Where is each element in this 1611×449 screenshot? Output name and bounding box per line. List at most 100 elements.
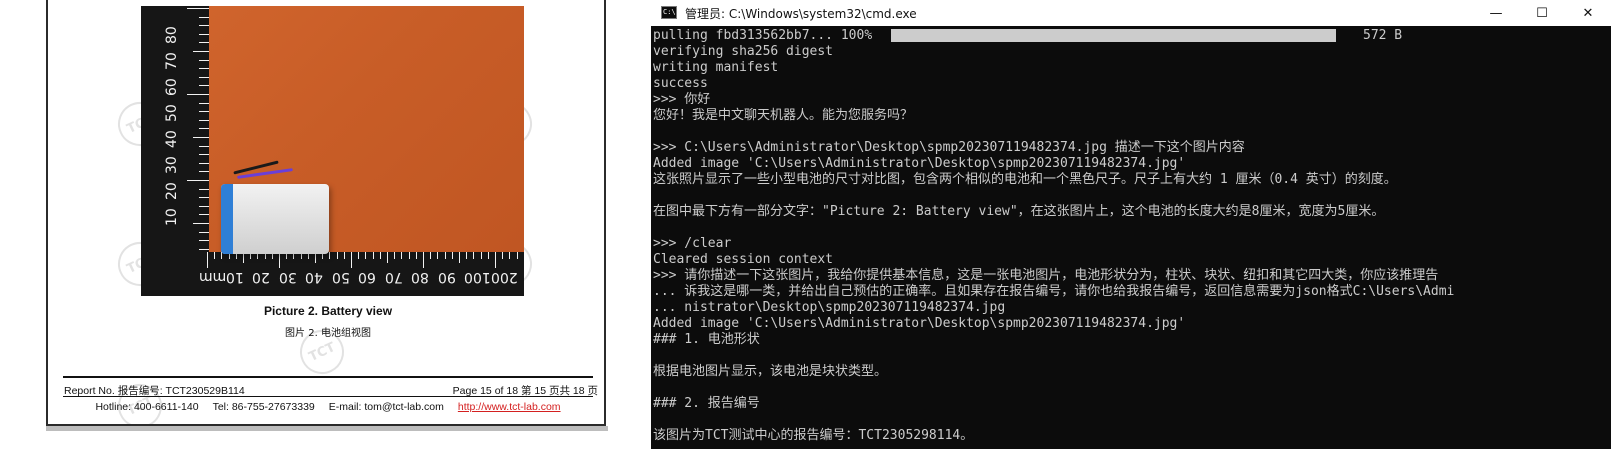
ruler-tick [199,240,209,242]
ruler-tick [502,252,504,259]
ruler-number: 50 [164,104,180,122]
ruler-tick [199,231,209,233]
console-line: >>> 你好 [653,92,711,107]
footer-contact: Hotline: 400-6611-140 Tel: 86-755-276733… [48,401,604,413]
ruler-tick [193,137,209,138]
ruler-number: 80 [164,26,180,44]
ruler-tick [430,252,432,259]
progress-bar [891,29,1336,42]
ruler-number: 20 [164,182,180,200]
console-line: ... 诉我这是哪一类，并给出自己预估的正确率。且如果存在报告编号，请你也给我报… [653,284,1455,299]
ruler-number: 40 [164,130,180,148]
caption-chinese: 图片 2. 电池组视图 [285,328,371,339]
ruler-tick [187,8,209,9]
ruler-tick [487,252,489,259]
ruler-tick [193,51,209,52]
minimize-button[interactable]: — [1473,0,1519,26]
console-line: ... nistrator\Desktop\spmp20230711948237… [653,300,1006,315]
ruler-tick [207,252,208,268]
ruler-tick [351,252,352,268]
ruler-tick [480,252,482,259]
ruler-tick [199,248,209,250]
ruler-tick [408,252,410,259]
telephone: Tel: 86-755-27673339 [212,401,315,413]
ruler-tick [516,252,518,259]
ruler-tick [365,252,367,259]
ruler-tick [199,16,209,18]
ruler-number: 80 [411,269,429,285]
ruler-tick [451,252,453,259]
console-line: writing manifest [653,60,779,75]
footer-divider [63,376,593,378]
ruler-number: 20 [252,269,270,285]
ruler-tick [214,252,216,259]
ruler-tick [187,94,209,95]
ruler-tick [199,111,209,113]
console-line: verifying sha256 digest [653,44,834,59]
maximize-button[interactable]: ☐ [1519,0,1565,26]
ruler-tick [437,252,439,259]
caption-english: Picture 2. Battery view [263,304,393,318]
console-line: ### 2. 报告编号 [653,396,760,411]
hotline: Hotline: 400-6611-140 [95,401,199,413]
ruler-tick [379,252,381,259]
ruler-tick [199,76,209,78]
ruler-number: 10 [164,208,180,226]
close-button[interactable]: ✕ [1565,0,1611,26]
battery-photo: 10 20 30 40 50 60 70 80 mm 10 20 30 40 50 60 70 80 90 100… [141,6,524,296]
ruler-number: 200 [490,269,518,285]
ruler-tick [394,252,396,259]
cmd-window[interactable]: C:\. 管理员: C:\Windows\system32\cmd.exe — … [651,0,1611,449]
ruler-tick [199,119,209,121]
ruler-tick [401,252,403,259]
ruler-tick [199,214,209,216]
ruler-number: 40 [305,269,323,285]
console-line: Added image 'C:\Users\Administrator\Desk… [653,316,1186,331]
progress-size: 572 B [1363,28,1403,43]
footer-divider-thin [63,396,593,397]
ruler-tick [199,25,209,27]
ruler-tick [495,252,496,268]
ruler-tick [358,252,360,259]
console-line: Cleared session context [653,252,834,267]
ruler-tick [193,223,209,224]
console-line: 在图中最下方有一部分文字："Picture 2: Battery view"，在… [653,204,1385,219]
ruler-number: 30 [278,269,297,285]
website-link[interactable]: http://www.tct-lab.com [458,401,561,413]
report-page: TCT TCT TCT TCT TCT TCT 1020304050607080… [46,0,606,426]
ruler-tick [199,42,209,44]
ruler-number: 60 [164,78,180,96]
ruler-tick [199,145,209,147]
ruler-number: 60 [358,269,376,285]
console-line: 该图片为TCT测试中心的报告编号：TCT2305298114。 [653,428,974,443]
ruler-tick [199,68,209,70]
ruler-tick [199,154,209,156]
console-output[interactable]: pulling fbd313562bb7... 100% 572 B verif… [651,28,1611,449]
ruler-tick [187,180,209,181]
console-line: 根据电池图片显示，该电池是块状类型。 [653,364,888,379]
ruler-tick [199,59,209,61]
ruler-tick [473,252,475,259]
page-shadow [46,426,608,431]
console-line: ### 1. 电池形状 [653,332,760,347]
progress-label: pulling fbd313562bb7... 100% [653,28,873,43]
ruler-tick [199,171,209,173]
ruler-tick [415,252,417,259]
battery-edge [221,184,233,254]
ruler-number: 100 [464,269,491,285]
console-line: >>> C:\Users\Administrator\Desktop\spmp2… [653,140,1245,155]
cmd-app-icon: C:\. [661,6,680,19]
ruler-tick [466,252,468,259]
ruler-tick [199,205,209,207]
ruler-number: 70 [384,269,403,285]
ruler-tick [329,252,331,259]
ruler-tick [199,33,209,35]
ruler-tick [199,85,209,87]
ruler-tick [199,197,209,199]
cmd-titlebar[interactable]: C:\. 管理员: C:\Windows\system32\cmd.exe — … [651,0,1611,26]
ruler-tick [199,128,209,130]
console-line: 您好！我是中文聊天机器人。能为您服务吗？ [653,108,914,123]
ruler-tick [199,188,209,190]
ruler-tick [459,252,460,263]
console-line: >>> 请你描述一下这张图片，我给你提供基本信息，这是一张电池图片，电池形状分为… [653,268,1439,283]
